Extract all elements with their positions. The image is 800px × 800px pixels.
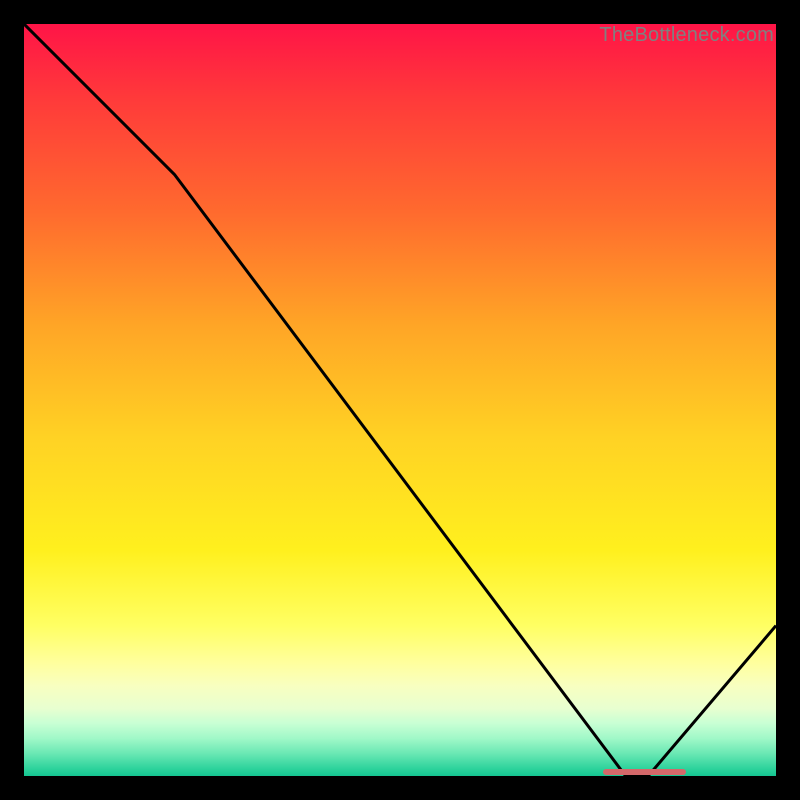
chart-background-gradient xyxy=(24,24,776,776)
chart-frame: TheBottleneck.com xyxy=(24,24,776,776)
